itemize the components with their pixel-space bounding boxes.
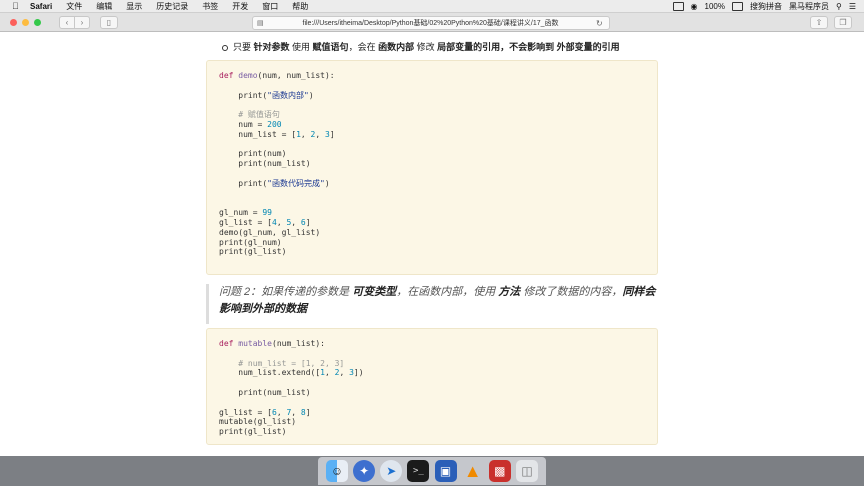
menu-app-safari[interactable]: Safari (30, 2, 52, 11)
url-text[interactable]: file:///Users/itheima/Desktop/Python基础/0… (265, 18, 596, 28)
address-bar[interactable]: ▤ file:///Users/itheima/Desktop/Python基础… (252, 16, 610, 30)
launchpad-icon[interactable]: ✦ (353, 460, 376, 482)
code-line: print(gl_list) (219, 427, 287, 437)
code-line: def demo(num, num_list): (219, 71, 335, 80)
bullet-bold-1: 针对参数 (253, 42, 290, 52)
menu-edit[interactable]: 编辑 (96, 1, 112, 12)
bullet-bold-3: 函数内部 (378, 42, 415, 52)
bullet-text-3: ，会在 (348, 42, 379, 52)
trash-icon[interactable]: ◫ (515, 460, 538, 482)
code-line: mutable(gl_list) (219, 417, 297, 427)
code-line: print(num) (219, 149, 287, 159)
question-2-blockquote: 问题 2：如果传递的参数是 可变类型，在函数内部，使用 方法 修改了数据的内容，… (206, 284, 656, 324)
code-line: gl_list = [4, 5, 6] (219, 218, 311, 227)
apple-menu-icon[interactable]:  (12, 1, 22, 11)
zoom-window-button[interactable] (34, 18, 41, 26)
menu-view[interactable]: 显示 (126, 1, 142, 12)
bullet-bold-4: 局部变量的引用，不会影响到 外部变量的引用 (437, 42, 620, 52)
code-line: print("函数代码完成") (219, 178, 330, 188)
bullet-bold-2: 赋值语句 (312, 42, 349, 52)
code-block-demo: def demo(num, num_list): print("函数内部") #… (206, 60, 658, 275)
question-bold-2: 方法 (498, 286, 521, 298)
menu-help[interactable]: 帮助 (292, 1, 308, 12)
sidebar-toggle-icon[interactable]: ▯ (100, 15, 118, 29)
code-line: demo(gl_num, gl_list) (219, 227, 321, 237)
search-icon[interactable]: ⚲ (836, 2, 842, 11)
forward-button[interactable]: › (75, 15, 90, 29)
vlc-icon[interactable]: ▲ (462, 460, 484, 482)
keynote-icon[interactable]: ▣ (434, 460, 457, 482)
wifi-icon[interactable]: ◉ (691, 2, 698, 11)
menubar:  Safari 文件 编辑 显示 历史记录 书签 开发 窗口 帮助 ◉ 100… (0, 0, 864, 13)
close-window-button[interactable] (10, 18, 17, 26)
dock: ☺ ✦ ➤ >_ ▣ ▲ ▩ ◫ (318, 457, 546, 485)
minimize-window-button[interactable] (22, 18, 29, 26)
page-content: 只要 针对参数 使用 赋值语句，会在 函数内部 修改 局部变量的引用，不会影响到… (0, 32, 864, 456)
share-icon[interactable]: ⇧ (810, 16, 828, 29)
code-line: print(num_list) (219, 159, 311, 169)
code-line: print(num_list) (219, 388, 311, 397)
user-name[interactable]: 黑马程序员 (789, 1, 829, 12)
code-line: # 赋值语句 (238, 110, 280, 120)
battery-percent[interactable]: 100% (705, 2, 725, 11)
toolbar-right: ⇧ ❐ (810, 16, 852, 29)
menu-window[interactable]: 窗口 (262, 1, 278, 12)
code-line: gl_num = 99 (219, 208, 272, 218)
input-method-label[interactable]: 搜狗拼音 (750, 1, 782, 12)
history-nav: ‹ › (59, 15, 90, 29)
bullet-item: 只要 针对参数 使用 赋值语句，会在 函数内部 修改 局部变量的引用，不会影响到… (222, 40, 620, 53)
back-button[interactable]: ‹ (59, 15, 75, 29)
bullet-icon (222, 44, 228, 51)
list-icon[interactable]: ☰ (849, 2, 856, 11)
menu-file[interactable]: 文件 (66, 1, 82, 12)
menu-history[interactable]: 历史记录 (156, 1, 188, 12)
question-text-3: 修改了数据的内容， (520, 286, 623, 298)
question-text-1: 问题 2：如果传递的参数是 (219, 286, 353, 298)
code-line: num = 200 (219, 120, 282, 129)
code-line: print(gl_list) (219, 247, 287, 257)
reload-icon[interactable]: ↻ (596, 19, 606, 28)
code-line: print(gl_num) (219, 237, 282, 247)
question-text-2: ，在函数内部，使用 (396, 286, 499, 298)
menu-bookmarks[interactable]: 书签 (202, 1, 218, 12)
code-line: # num_list = [1, 2, 3] (238, 358, 345, 368)
parallels-icon[interactable]: ▩ (488, 460, 511, 482)
page-icon: ▤ (257, 20, 264, 27)
bullet-text-4: 修改 (414, 42, 438, 52)
terminal-icon[interactable]: >_ (407, 460, 430, 482)
code-line: def mutable(num_list): (219, 339, 325, 348)
safari-icon[interactable]: ➤ (380, 460, 403, 482)
code-block-mutable: def mutable(num_list): # num_list = [1, … (206, 328, 658, 445)
menu-develop[interactable]: 开发 (232, 1, 248, 12)
tabs-overview-icon[interactable]: ❐ (834, 16, 852, 29)
code-line: gl_list = [6, 7, 8] (219, 407, 311, 417)
battery-icon[interactable] (731, 1, 743, 11)
status-tray: ◉ 100% 搜狗拼音 黑马程序员 ⚲ ☰ (672, 1, 856, 12)
screen-icon[interactable] (672, 1, 684, 11)
bullet-text-2: 使用 (289, 42, 313, 52)
finder-icon[interactable]: ☺ (326, 460, 348, 482)
question-bold-1: 可变类型 (352, 286, 397, 298)
code-line: print("函数内部") (219, 90, 314, 100)
bullet-text-1: 只要 (233, 42, 254, 52)
code-line: num_list = [1, 2, 3] (219, 129, 335, 139)
safari-toolbar: ‹ › ▯ ▤ file:///Users/itheima/Desktop/Py… (0, 13, 864, 32)
code-line: num_list.extend([1, 2, 3]) (219, 368, 364, 378)
